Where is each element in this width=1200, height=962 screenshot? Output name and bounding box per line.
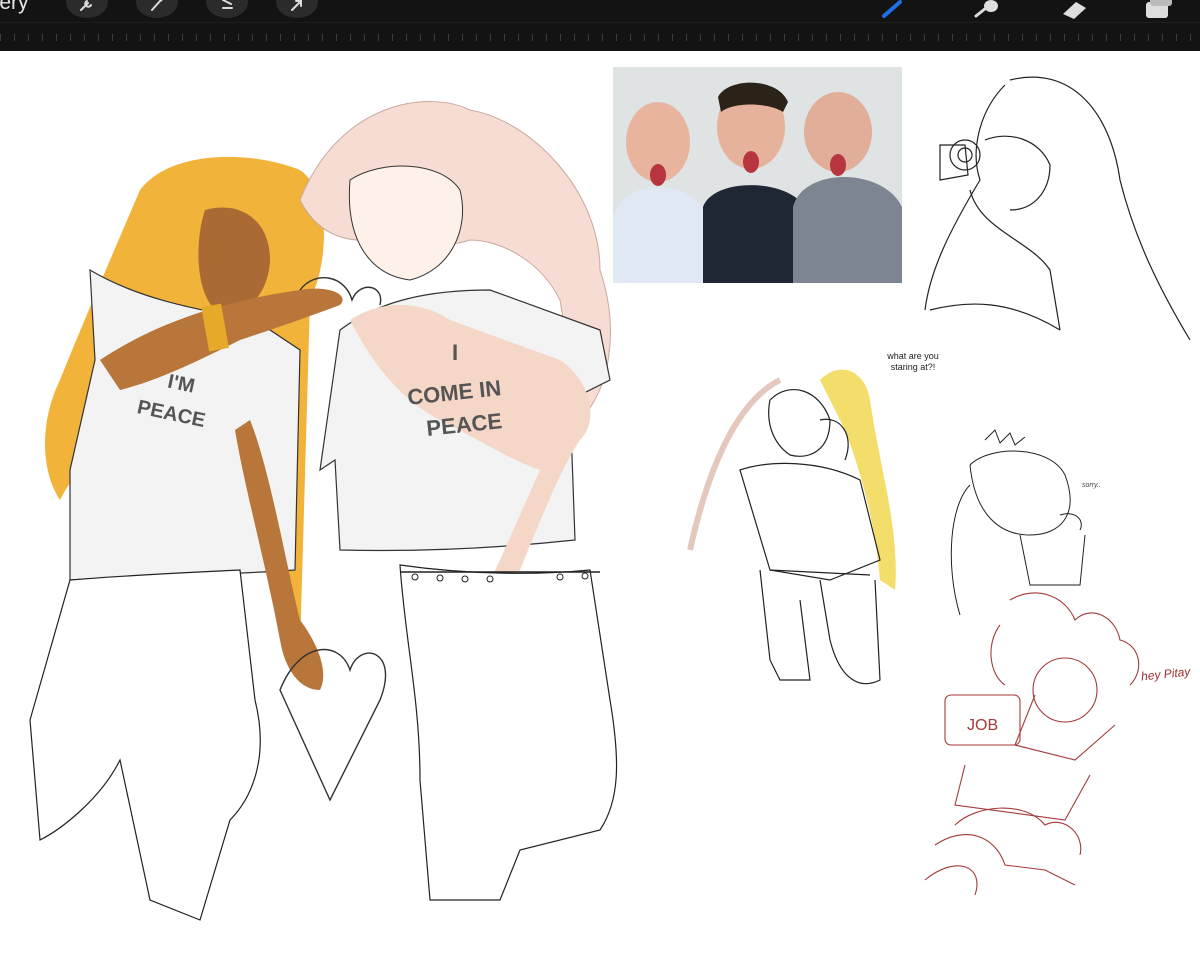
layers-icon xyxy=(1146,0,1172,18)
left-figure-pants xyxy=(29,569,261,921)
person-3-jacket xyxy=(793,177,902,283)
pink-hair xyxy=(687,377,782,551)
gallery-button[interactable]: llery xyxy=(0,0,29,15)
speech-line-1: what are you xyxy=(887,351,939,361)
reference-photo xyxy=(613,67,902,283)
blonde-hair xyxy=(820,369,896,590)
main-figure-sketch: I'M PEACE I COME IN PEACE xyxy=(29,101,618,921)
selection-button[interactable] xyxy=(206,0,248,18)
eraser-icon xyxy=(1063,2,1086,19)
selection-icon xyxy=(222,0,233,9)
reference-photo-content xyxy=(613,67,902,283)
red-ink-sketch: JOB xyxy=(924,592,1140,896)
adjustments-button[interactable] xyxy=(136,0,178,18)
transform-arrow-icon xyxy=(291,0,302,11)
speech-line-2: staring at?! xyxy=(890,362,936,372)
person-2-suit xyxy=(703,185,808,283)
actions-button[interactable] xyxy=(66,0,108,18)
brush-icon xyxy=(882,0,902,18)
job-sign-text: JOB xyxy=(967,717,998,734)
sorry-text: sorry.. xyxy=(1082,482,1101,489)
transform-button[interactable] xyxy=(276,0,318,18)
wrench-icon xyxy=(80,0,92,11)
right-figure-pants xyxy=(399,564,618,901)
top-toolbar: llery xyxy=(0,0,1200,22)
magic-wand-icon xyxy=(151,0,163,11)
ruler-ticks xyxy=(0,34,1200,41)
shirt-right-line1: I xyxy=(452,340,458,365)
right-figure-face xyxy=(348,165,464,281)
speech-bubble: what are you staring at?! xyxy=(878,351,948,373)
hug-sketch xyxy=(687,369,896,685)
person-1-shirt xyxy=(613,187,708,283)
smudge-icon xyxy=(974,0,998,18)
canvas-ruler xyxy=(0,22,1200,51)
camera-girl-sketch xyxy=(924,76,1191,341)
